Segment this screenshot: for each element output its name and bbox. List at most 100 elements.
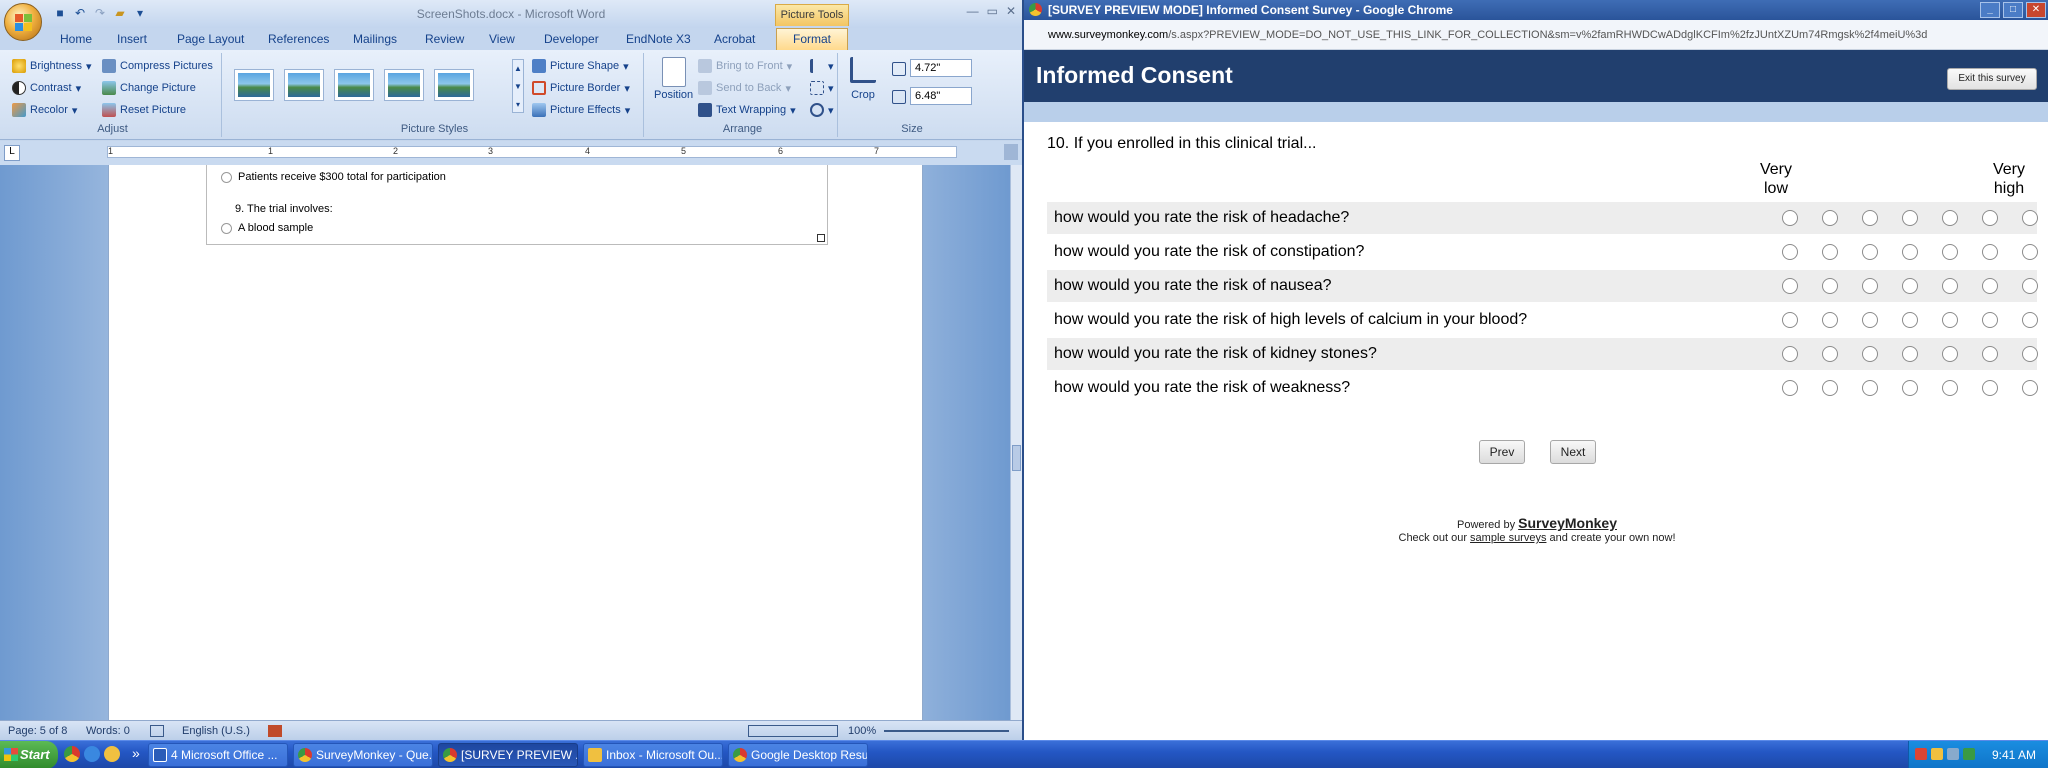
rating-radio[interactable] (2022, 244, 2038, 260)
bring-to-front-button[interactable]: Bring to Front ▾ (698, 59, 792, 73)
url-text[interactable]: www.surveymonkey.com/s.aspx?PREVIEW_MODE… (1048, 29, 2018, 41)
rating-radio[interactable] (1782, 312, 1798, 328)
view-buttons[interactable] (748, 725, 838, 737)
proofing-icon[interactable] (150, 725, 164, 737)
taskbar-item-office[interactable]: 4 Microsoft Office ... (148, 743, 288, 767)
tray-icon[interactable] (1915, 748, 1927, 760)
start-button[interactable]: Start (0, 741, 58, 768)
rating-radio[interactable] (1782, 346, 1798, 362)
rating-radio[interactable] (1982, 244, 1998, 260)
rating-radio[interactable] (1942, 346, 1958, 362)
rotate-button[interactable]: ▾ (810, 103, 834, 117)
picture-style-3[interactable] (334, 69, 374, 101)
rating-radio[interactable] (1862, 244, 1878, 260)
brightness-button[interactable]: Brightness ▾ (12, 59, 92, 73)
page-count[interactable]: Page: 5 of 8 (8, 725, 67, 737)
rating-radio[interactable] (1862, 312, 1878, 328)
rating-radio[interactable] (1862, 210, 1878, 226)
picture-style-5[interactable] (434, 69, 474, 101)
minimize-icon[interactable]: — (967, 4, 979, 18)
embedded-picture[interactable]: Patients receive $300 total for particip… (206, 165, 828, 245)
sample-surveys-link[interactable]: sample surveys (1470, 532, 1546, 544)
resize-handle[interactable] (817, 234, 825, 242)
tray-icon[interactable] (1947, 748, 1959, 760)
rating-radio[interactable] (1862, 380, 1878, 396)
recolor-button[interactable]: Recolor ▾ (12, 103, 77, 117)
tab-acrobat[interactable]: Acrobat (714, 32, 755, 46)
crop-button[interactable]: Crop (850, 57, 876, 101)
rating-radio[interactable] (1782, 210, 1798, 226)
rating-radio[interactable] (1982, 346, 1998, 362)
ruler-track[interactable]: 1 1 2 3 4 5 6 7 (107, 146, 957, 158)
close-icon[interactable]: ✕ (2026, 2, 2046, 18)
rating-radio[interactable] (1982, 278, 1998, 294)
tab-home[interactable]: Home (60, 32, 92, 46)
rating-radio[interactable] (1942, 312, 1958, 328)
chevron-right-icon[interactable]: » (132, 745, 140, 761)
zoom-slider[interactable] (884, 730, 1009, 732)
rating-radio[interactable] (1982, 312, 1998, 328)
close-icon[interactable]: ✕ (1006, 4, 1016, 18)
rating-radio[interactable] (1822, 244, 1838, 260)
rating-radio[interactable] (1822, 312, 1838, 328)
picture-style-1[interactable] (234, 69, 274, 101)
taskbar-item-surveymonkey[interactable]: SurveyMonkey - Que... (293, 743, 433, 767)
restore-icon[interactable]: ▭ (987, 4, 998, 18)
text-wrapping-button[interactable]: Text Wrapping ▾ (698, 103, 796, 117)
prev-button[interactable]: Prev (1479, 440, 1525, 464)
shape-width-input[interactable]: 6.48" (910, 87, 972, 105)
compress-pictures-button[interactable]: Compress Pictures (102, 59, 213, 73)
rating-radio[interactable] (1902, 210, 1918, 226)
position-button[interactable]: Position (654, 57, 693, 101)
macro-icon[interactable] (268, 725, 282, 737)
word-count[interactable]: Words: 0 (86, 725, 130, 737)
tab-selector-icon[interactable]: L (4, 145, 20, 161)
tab-page-layout[interactable]: Page Layout (177, 32, 244, 46)
rating-radio[interactable] (1902, 346, 1918, 362)
rating-radio[interactable] (2022, 312, 2038, 328)
rating-radio[interactable] (2022, 278, 2038, 294)
rating-radio[interactable] (1902, 244, 1918, 260)
tab-review[interactable]: Review (425, 32, 464, 46)
view-ruler-icon[interactable] (1004, 144, 1018, 160)
word-vertical-scrollbar[interactable] (1010, 165, 1022, 720)
rating-radio[interactable] (1822, 380, 1838, 396)
taskbar-item-google-desktop[interactable]: Google Desktop Results (728, 743, 868, 767)
rating-radio[interactable] (2022, 380, 2038, 396)
rating-radio[interactable] (1982, 210, 1998, 226)
send-to-back-button[interactable]: Send to Back ▾ (698, 81, 791, 95)
desktop-quicklaunch-icon[interactable] (104, 746, 120, 762)
ie-quicklaunch-icon[interactable] (84, 746, 100, 762)
rating-radio[interactable] (1982, 380, 1998, 396)
rating-radio[interactable] (1822, 278, 1838, 294)
taskbar-item-inbox[interactable]: Inbox - Microsoft Ou... (583, 743, 723, 767)
tab-mailings[interactable]: Mailings (353, 32, 397, 46)
rating-radio[interactable] (1822, 346, 1838, 362)
tab-endnote[interactable]: EndNote X3 (626, 32, 691, 46)
taskbar-item-survey-preview[interactable]: [SURVEY PREVIEW ... (438, 743, 578, 767)
tab-insert[interactable]: Insert (117, 32, 147, 46)
tab-format[interactable]: Format (776, 28, 848, 50)
language-indicator[interactable]: English (U.S.) (182, 725, 250, 737)
rating-radio[interactable] (1782, 244, 1798, 260)
rating-radio[interactable] (2022, 210, 2038, 226)
rating-radio[interactable] (1942, 244, 1958, 260)
rating-radio[interactable] (1942, 210, 1958, 226)
scroll-thumb[interactable] (1012, 445, 1021, 471)
picture-style-4[interactable] (384, 69, 424, 101)
change-picture-button[interactable]: Change Picture (102, 81, 196, 95)
zoom-level[interactable]: 100% (848, 725, 876, 737)
picture-shape-button[interactable]: Picture Shape ▾ (532, 59, 629, 73)
tray-icon[interactable] (1963, 748, 1975, 760)
tab-view[interactable]: View (489, 32, 515, 46)
rating-radio[interactable] (1782, 278, 1798, 294)
rating-radio[interactable] (1862, 278, 1878, 294)
tray-icon[interactable] (1931, 748, 1943, 760)
exit-survey-button[interactable]: Exit this survey (1947, 68, 2037, 90)
rating-radio[interactable] (2022, 346, 2038, 362)
group-button[interactable]: ▾ (810, 81, 834, 95)
reset-picture-button[interactable]: Reset Picture (102, 103, 186, 117)
styles-gallery-scroll[interactable]: ▲ ▼ ▾ (512, 59, 524, 113)
chrome-quicklaunch-icon[interactable] (64, 746, 80, 762)
picture-style-2[interactable] (284, 69, 324, 101)
